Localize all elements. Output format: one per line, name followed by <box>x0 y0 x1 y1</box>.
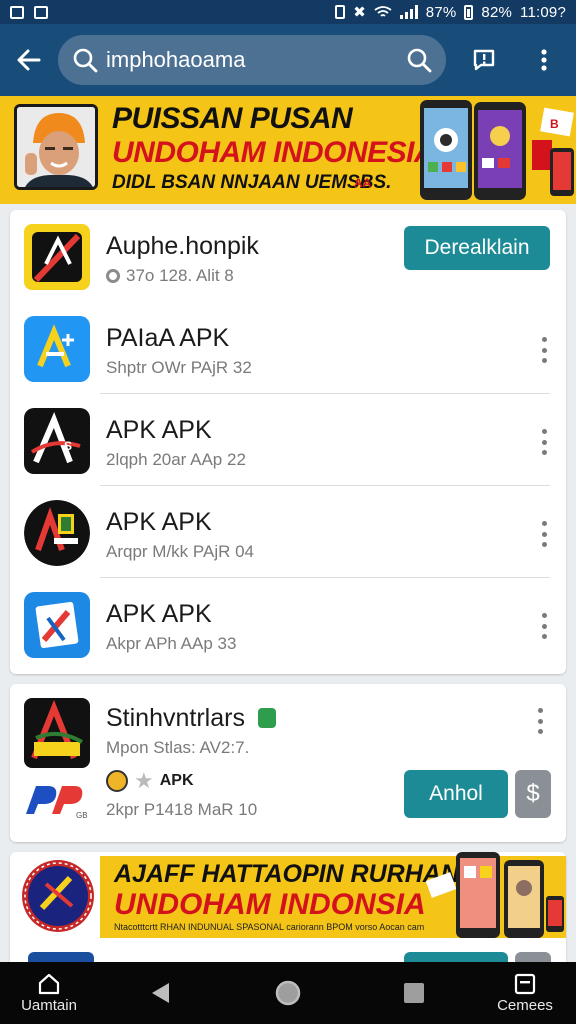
promo-banner-top[interactable]: PUISSAN PUSAN UNDOHAM INDONESIA DIDL BSA… <box>0 96 576 204</box>
banner-seal-logo <box>22 860 94 932</box>
nav-back-button[interactable] <box>140 962 180 1024</box>
home-circle-icon <box>275 980 301 1006</box>
more-options-icon[interactable] <box>540 613 548 639</box>
banner-badge: AA <box>354 176 372 190</box>
notification-icon <box>34 5 48 19</box>
nav-home-button[interactable] <box>268 962 308 1024</box>
verified-icon <box>257 708 276 728</box>
overflow-menu-button[interactable] <box>514 24 574 96</box>
mute-icon: ✖ <box>353 4 366 21</box>
banner-phones-image <box>425 852 564 938</box>
install-button[interactable]: Anhol <box>404 770 508 818</box>
app-title: APK APK <box>106 508 212 536</box>
app-title: PAIaA APK <box>106 324 230 352</box>
promo-banner-bottom[interactable]: AJAFF HATTAOPIN RURHAN UNDOHAM INDONSIA … <box>10 852 566 962</box>
sim-icon <box>335 5 346 19</box>
publisher-logo: GB <box>26 786 88 820</box>
more-options-icon[interactable] <box>540 429 548 455</box>
app-title: APK APK <box>106 600 212 628</box>
svg-text:B: B <box>550 117 559 131</box>
categories-icon <box>514 973 536 994</box>
download-button[interactable]: Derealklain <box>404 226 550 270</box>
more-options-icon[interactable] <box>540 337 548 363</box>
app-meta: 37o 128. Alit 8 <box>106 266 234 286</box>
recents-square-icon <box>404 983 424 1003</box>
banner-subtitle: UNDOHAM INDONESIA <box>112 136 436 169</box>
app-bar <box>0 24 576 96</box>
app-meta: Akpr APh AAp 33 <box>106 634 237 653</box>
app-detail-card[interactable]: GB Stinhvntrlars Mpon Stlas: AV2:7. ★ AP… <box>10 684 566 842</box>
list-item[interactable]: APK APK Akpr APh AAp 33 <box>10 578 566 670</box>
next-share-button-peek[interactable] <box>515 952 551 962</box>
search-input[interactable] <box>98 47 406 73</box>
status-bar: ✖ 87% 82% 11:09? <box>0 0 576 24</box>
search-submit-icon[interactable] <box>406 47 432 73</box>
app-meta: Shptr OWr PAjR 32 <box>106 358 252 377</box>
back-button[interactable] <box>0 24 58 96</box>
banner-title: PUISSAN PUSAN <box>112 102 353 135</box>
more-vertical-icon <box>541 49 547 71</box>
banner-portrait <box>14 104 98 190</box>
search-bar[interactable] <box>58 35 446 85</box>
app-icon <box>24 224 90 290</box>
app-icon <box>24 592 90 658</box>
badge-icon <box>106 770 128 792</box>
app-tags: ★ APK <box>106 768 194 794</box>
nav-recents-button[interactable] <box>394 962 434 1024</box>
system-nav-bar: Uamtain Cemees <box>0 962 576 1024</box>
banner-tagline: DIDL BSAN NNJAAN UEMSBS. <box>112 172 392 193</box>
banner-subtitle: UNDOHAM INDONSIA <box>114 888 426 921</box>
app-meta: Mpon Stlas: AV2:7. <box>106 738 250 757</box>
back-triangle-icon <box>152 983 169 1003</box>
signal-icon <box>399 5 418 19</box>
app-meta-secondary: 2kpr P1418 MaR 10 <box>106 800 258 819</box>
app-icon <box>24 316 90 382</box>
app-icon: S <box>24 408 90 474</box>
list-item[interactable]: S APK APK 2lqph 20ar AAp 22 <box>10 394 566 486</box>
clock: 11:09? <box>520 3 566 21</box>
app-title: APK APK <box>106 416 212 444</box>
app-meta: 2lqph 20ar AAp 22 <box>106 450 246 469</box>
list-item-featured[interactable]: Auphe.honpik 37o 128. Alit 8 Derealklain <box>10 210 566 302</box>
app-title: Auphe.honpik <box>106 232 259 260</box>
star-icon: ★ <box>134 768 154 793</box>
share-button[interactable]: $ <box>515 770 551 818</box>
nav-categories-tab[interactable]: Cemees <box>486 962 564 1024</box>
battery-percent-b: 82% <box>481 3 513 21</box>
list-item[interactable]: APK APK Arqpr M/kk PAjR 04 <box>10 486 566 578</box>
arrow-left-icon <box>17 49 41 71</box>
svg-text:S: S <box>64 439 72 453</box>
list-item[interactable]: PAIaA APK Shptr OWr PAjR 32 <box>10 302 566 394</box>
app-icon <box>24 698 90 768</box>
feedback-icon <box>473 49 495 71</box>
home-icon <box>38 973 60 994</box>
nav-home-tab[interactable]: Uamtain <box>10 962 88 1024</box>
battery-icon <box>464 4 474 20</box>
search-icon <box>73 48 98 73</box>
app-meta: Arqpr M/kk PAjR 04 <box>106 542 255 561</box>
app-title: Stinhvntrlars <box>106 704 276 733</box>
banner-title: AJAFF HATTAOPIN RURHAN <box>114 860 459 888</box>
app-tag: APK <box>159 772 194 789</box>
banner-phones-image: B <box>420 100 574 200</box>
next-install-button-peek[interactable] <box>404 952 508 962</box>
nav-categories-label: Cemees <box>497 996 553 1014</box>
next-app-icon-peek <box>28 952 94 962</box>
gallery-icon <box>10 5 24 19</box>
wifi-icon <box>374 6 392 17</box>
app-list-card: Auphe.honpik 37o 128. Alit 8 Derealklain… <box>10 210 566 674</box>
more-options-icon[interactable] <box>540 521 548 547</box>
feedback-button[interactable] <box>454 24 514 96</box>
app-icon <box>24 500 90 566</box>
more-options-icon[interactable] <box>536 708 544 734</box>
banner-fineprint: Ntacotttcrtt RHAN INDUNUAL SPASONAL cari… <box>114 922 425 932</box>
svg-text:GB: GB <box>76 811 88 820</box>
rating-icon <box>106 269 120 283</box>
battery-percent-a: 87% <box>425 3 457 21</box>
nav-home-label: Uamtain <box>21 996 77 1014</box>
